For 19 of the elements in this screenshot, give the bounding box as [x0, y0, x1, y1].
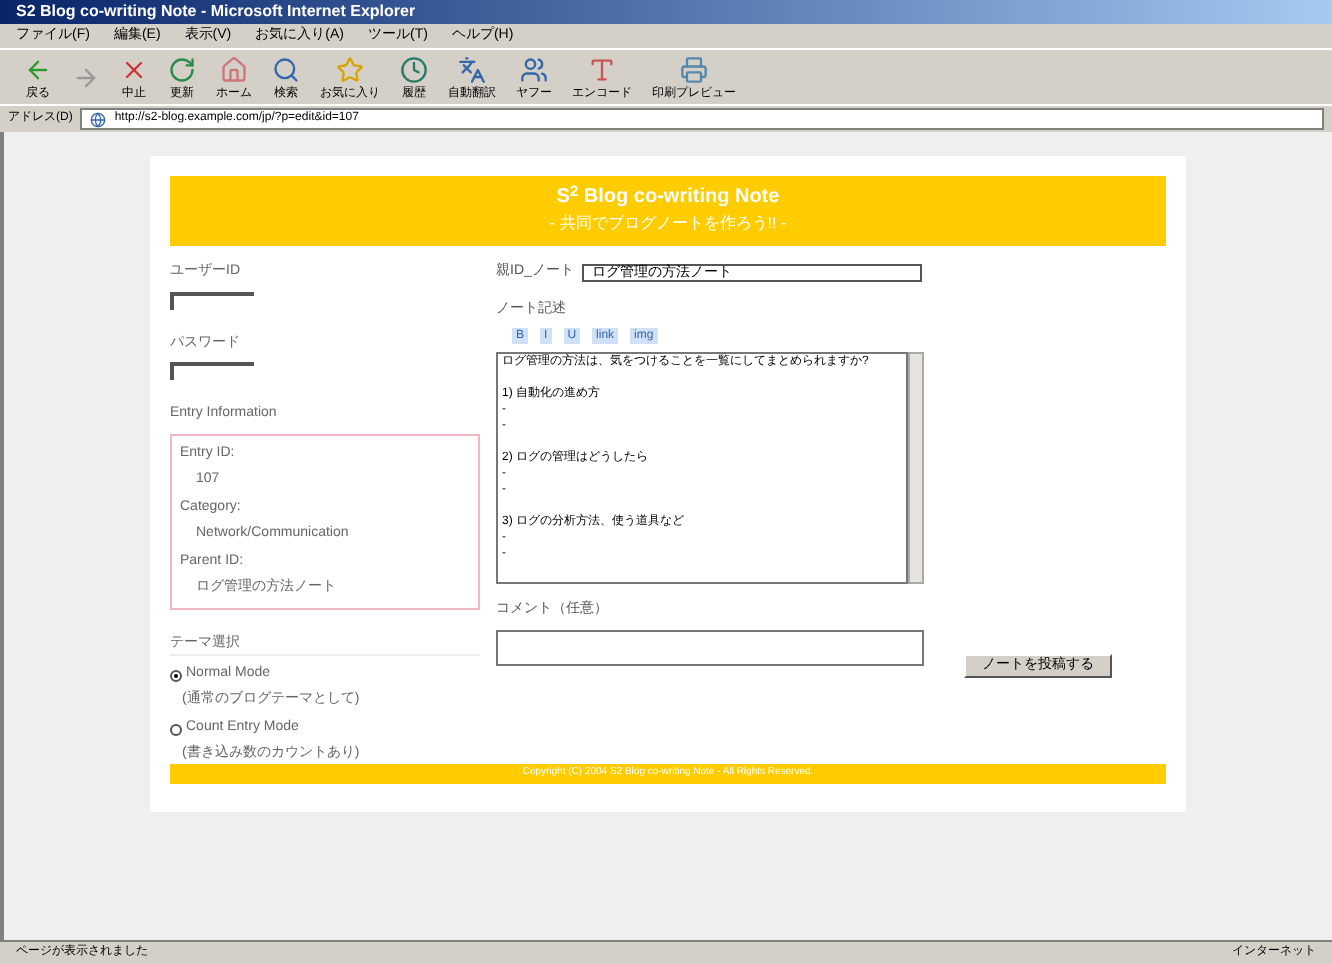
search-icon	[272, 55, 300, 83]
forward-icon	[72, 63, 100, 91]
encoding-icon	[588, 55, 616, 83]
banner-subtitle: - 共同でブログノートを作ろう!! -	[549, 211, 787, 236]
radio-button[interactable]	[170, 723, 182, 736]
clock-icon	[400, 55, 428, 83]
scrollbar[interactable]	[908, 352, 924, 585]
translate-icon	[458, 55, 486, 83]
refresh-icon	[168, 55, 196, 83]
title-bar: S2 Blog co-writing Note - Microsoft Internet Explorer	[0, 0, 1332, 24]
printer-icon	[680, 55, 708, 83]
home-icon	[220, 55, 248, 83]
people-icon	[520, 55, 548, 83]
star-icon	[336, 55, 364, 83]
globe-icon	[90, 111, 107, 127]
banner-title: S$^{2}$ Blog co-writing Note	[556, 186, 780, 212]
back-icon	[24, 55, 52, 83]
comment-textarea[interactable]	[496, 629, 924, 666]
radio-button[interactable]	[170, 669, 182, 682]
